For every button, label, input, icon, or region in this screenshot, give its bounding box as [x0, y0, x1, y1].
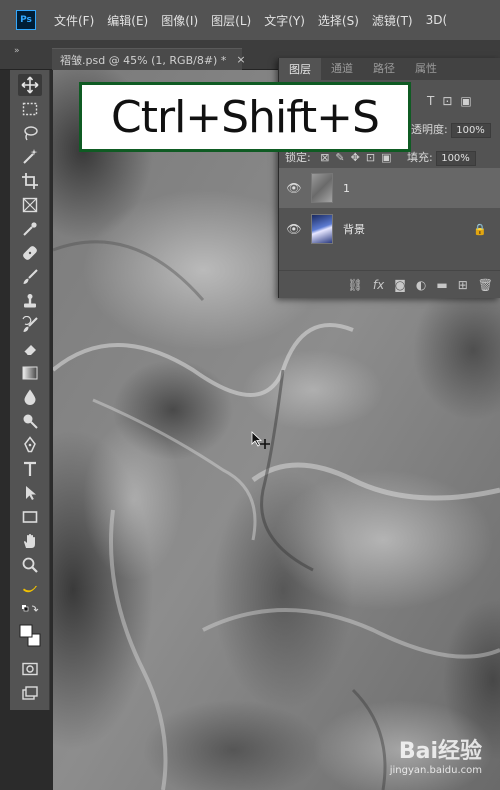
close-tab-icon[interactable]: × — [236, 53, 245, 66]
lock-label: 锁定: — [285, 151, 311, 164]
menu-filter[interactable]: 滤镜(T) — [372, 12, 413, 29]
mask-icon[interactable]: ◙ — [394, 278, 406, 292]
color-swatches[interactable] — [18, 620, 42, 652]
marquee-tool-icon[interactable] — [18, 98, 42, 120]
path-selection-tool-icon[interactable] — [18, 482, 42, 504]
baidu-watermark: Bai经验 jingyan.baidu.com — [390, 733, 482, 776]
screen-mode-icon[interactable] — [18, 682, 42, 704]
quick-mask-icon[interactable] — [18, 658, 42, 680]
layers-footer: ⛓ fx ◙ ◐ ▬ ⊞ 🗑 — [279, 270, 500, 298]
layer-name: 背景 — [343, 223, 365, 236]
opacity-label: 透明度: — [411, 123, 448, 136]
banana-icon[interactable] — [18, 578, 42, 600]
folder-icon[interactable]: ▬ — [436, 278, 447, 292]
healing-brush-tool-icon[interactable] — [18, 242, 42, 264]
link-icon[interactable]: ⛓ — [348, 278, 363, 292]
type-filter-icon[interactable]: T — [427, 94, 442, 108]
opacity-field[interactable]: 100% — [451, 123, 492, 138]
trash-icon[interactable]: 🗑 — [478, 278, 493, 292]
zoom-tool-icon[interactable] — [18, 554, 42, 576]
menu-layer[interactable]: 图层(L) — [211, 12, 251, 29]
magic-wand-tool-icon[interactable] — [18, 146, 42, 168]
layer-row-background[interactable]: 👁 背景 🔒 — [279, 209, 500, 249]
frame-tool-icon[interactable] — [18, 194, 42, 216]
rectangle-tool-icon[interactable] — [18, 506, 42, 528]
watermark-url: jingyan.baidu.com — [389, 765, 482, 776]
history-brush-tool-icon[interactable] — [18, 314, 42, 336]
menu-bar: Ps 文件(F) 编辑(E) 图像(I) 图层(L) 文字(Y) 选择(S) 滤… — [0, 0, 500, 40]
tab-channels[interactable]: 通道 — [321, 60, 363, 80]
layer-thumbnail — [311, 214, 333, 244]
eye-icon[interactable]: 👁 — [279, 181, 309, 195]
document-tab-title: 褶皱.psd @ 45% (1, RGB/8#) * — [60, 53, 227, 67]
menu-edit[interactable]: 编辑(E) — [107, 12, 148, 29]
fill-label: 填充: — [406, 151, 433, 164]
type-tool-icon[interactable] — [18, 458, 42, 480]
shape-filter-icon[interactable]: ⊡ — [442, 94, 460, 108]
brush-tool-icon[interactable] — [18, 266, 42, 288]
clone-stamp-tool-icon[interactable] — [18, 290, 42, 312]
eraser-tool-icon[interactable] — [18, 338, 42, 360]
menu-3d[interactable]: 3D( — [426, 13, 448, 27]
eye-icon[interactable]: 👁 — [279, 222, 309, 236]
menu-select[interactable]: 选择(S) — [318, 12, 359, 29]
shortcut-overlay: Ctrl+Shift+S — [79, 82, 411, 152]
menu-image[interactable]: 图像(I) — [161, 12, 198, 29]
watermark-logo: Bai经验 — [398, 739, 482, 764]
gradient-tool-icon[interactable] — [18, 362, 42, 384]
smart-filter-icon[interactable]: ▣ — [460, 94, 479, 108]
tab-paths[interactable]: 路径 — [363, 60, 405, 80]
collapse-panel-icon[interactable]: » — [14, 46, 19, 56]
adjustment-icon[interactable]: ◐ — [416, 278, 426, 292]
crop-tool-icon[interactable] — [18, 170, 42, 192]
blur-tool-icon[interactable] — [18, 386, 42, 408]
cursor-icon — [251, 431, 270, 449]
swap-colors-icon[interactable] — [18, 602, 42, 616]
lock-icons[interactable]: ⊠✎✥⊡▣ — [320, 151, 397, 164]
document-tab[interactable]: 褶皱.psd @ 45% (1, RGB/8#) * × — [52, 48, 246, 70]
layer-thumbnail — [311, 173, 333, 203]
fill-field[interactable]: 100% — [436, 151, 477, 166]
fx-icon[interactable]: fx — [373, 278, 384, 292]
layer-name: 1 — [343, 181, 350, 195]
layer-row-1[interactable]: 👁 1 — [279, 168, 500, 208]
tab-properties[interactable]: 属性 — [405, 60, 447, 80]
photoshop-logo: Ps — [16, 10, 36, 30]
dodge-tool-icon[interactable] — [18, 410, 42, 432]
menu-file[interactable]: 文件(F) — [54, 12, 94, 29]
menu-type[interactable]: 文字(Y) — [264, 12, 305, 29]
hand-tool-icon[interactable] — [18, 530, 42, 552]
panel-tabs: 图层 通道 路径 属性 — [279, 58, 500, 80]
lasso-tool-icon[interactable] — [18, 122, 42, 144]
new-layer-icon[interactable]: ⊞ — [458, 278, 468, 292]
pen-tool-icon[interactable] — [18, 434, 42, 456]
move-tool-icon[interactable] — [18, 74, 42, 96]
tools-panel — [10, 70, 50, 710]
tab-layers[interactable]: 图层 — [279, 58, 321, 80]
eyedropper-tool-icon[interactable] — [18, 218, 42, 240]
lock-icon: 🔒 — [473, 222, 487, 236]
